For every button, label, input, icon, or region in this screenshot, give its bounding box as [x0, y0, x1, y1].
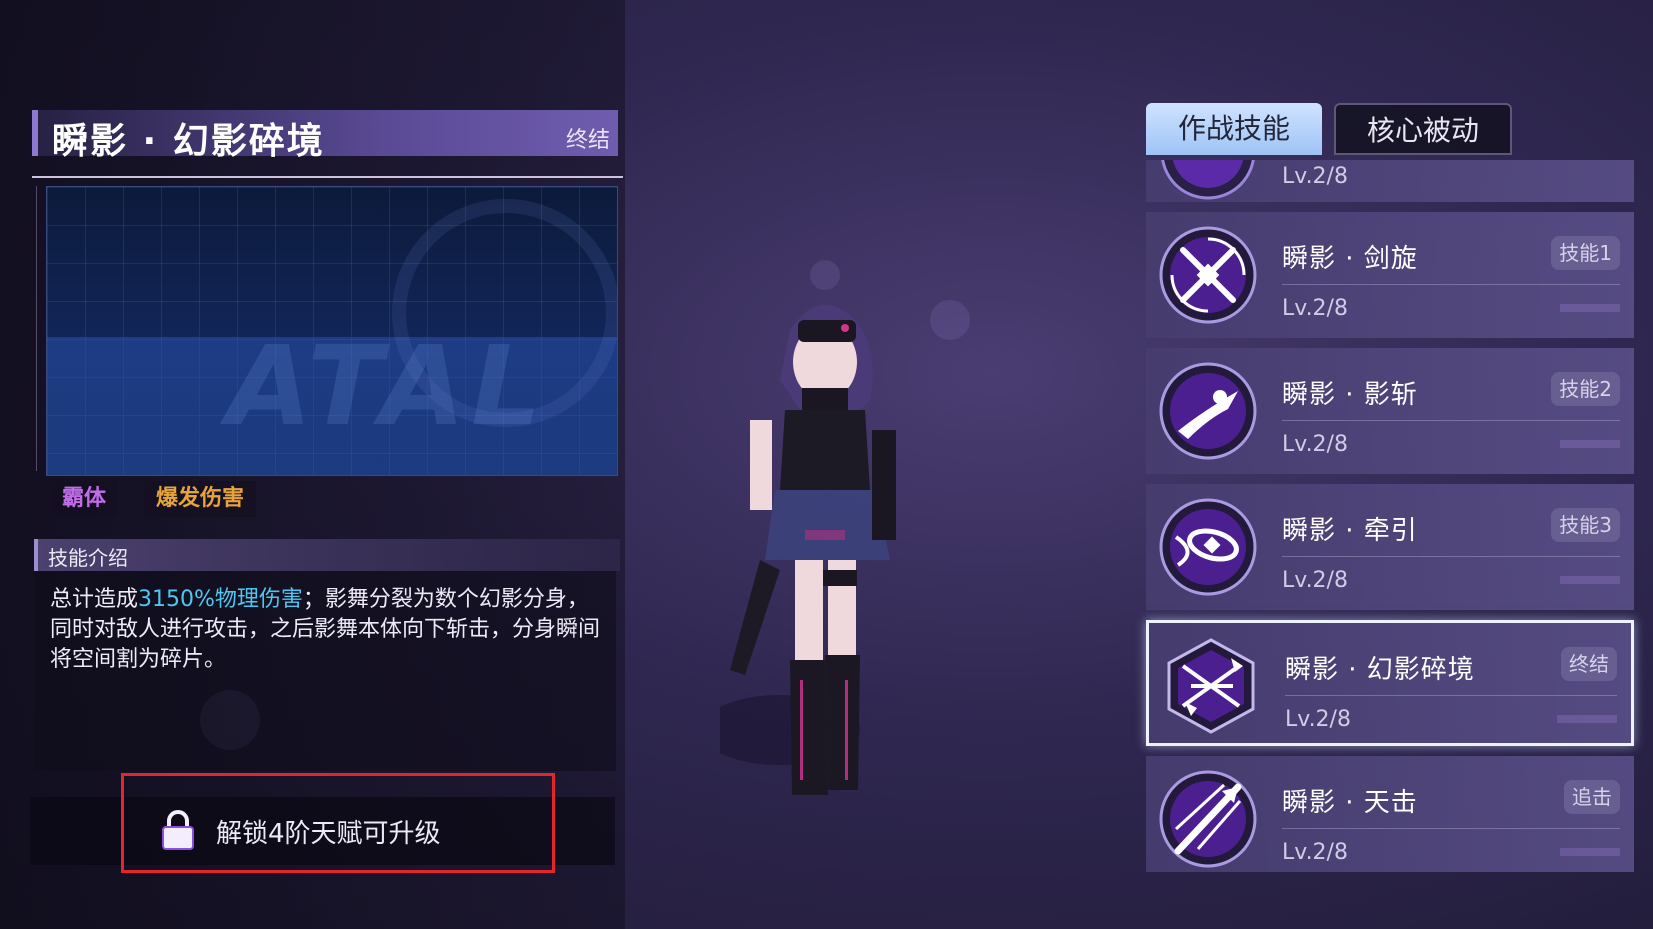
card-decoration [1560, 440, 1620, 448]
title-divider [32, 176, 623, 178]
skill-level: Lv.2/8 [1285, 707, 1351, 732]
card-decoration [1560, 304, 1620, 312]
sky-strike-icon [1159, 770, 1257, 868]
tab-combat-skills[interactable]: 作战技能 [1146, 103, 1322, 155]
skill-title: 瞬影 · 幻影碎境 [52, 121, 325, 162]
skill-card-partial[interactable]: Lv.2/8 [1146, 160, 1634, 202]
skill-icon-partial [1161, 160, 1255, 200]
skill-card[interactable]: 瞬影 · 剑旋 技能1 Lv.2/8 [1146, 212, 1634, 338]
intro-header-label: 技能介绍 [48, 546, 128, 570]
skill-tag-burst: 爆发伤害 [144, 481, 257, 517]
skill-name: 瞬影 · 幻影碎境 [1285, 655, 1475, 685]
skill-card[interactable]: 瞬影 · 影斩 技能2 Lv.2/8 [1146, 348, 1634, 474]
card-decoration [1560, 576, 1620, 584]
preview-side-line [36, 186, 37, 471]
card-decoration [1560, 848, 1620, 856]
card-divider [1282, 556, 1620, 557]
skill-name: 瞬影 · 影斩 [1282, 380, 1418, 410]
card-divider [1282, 828, 1620, 829]
description-damage-highlight: 3150%物理伤害 [138, 587, 303, 612]
skill-title-bar: 瞬影 · 幻影碎境 终结 [32, 110, 618, 162]
skill-card[interactable]: 瞬影 · 天击 追击 Lv.2/8 [1146, 756, 1634, 872]
skill-name: 瞬影 · 牵引 [1282, 516, 1418, 546]
intro-header: 技能介绍 [34, 539, 620, 571]
card-divider [1282, 420, 1620, 421]
card-divider [1282, 284, 1620, 285]
tab-core-passive[interactable]: 核心被动 [1334, 103, 1512, 155]
card-divider [1285, 695, 1617, 696]
skill-name: 瞬影 · 天击 [1282, 788, 1418, 818]
skill-badge: 终结 [1561, 647, 1617, 681]
sword-spin-icon [1159, 226, 1257, 324]
skill-level: Lv.2/8 [1282, 568, 1348, 593]
skill-badge: 技能1 [1551, 236, 1620, 270]
skill-level: Lv.2/8 [1282, 432, 1348, 457]
skill-badge: 追击 [1564, 780, 1620, 814]
lock-icon [162, 810, 194, 850]
skill-card[interactable]: 瞬影 · 牵引 技能3 Lv.2/8 [1146, 484, 1634, 610]
skill-name: 瞬影 · 剑旋 [1282, 244, 1418, 274]
skill-badge: 技能3 [1551, 508, 1620, 542]
phantom-shatter-icon [1167, 638, 1255, 734]
skill-preview-video[interactable]: ATAL [46, 186, 618, 476]
description-prefix: 总计造成 [50, 587, 139, 612]
skill-level: Lv.2/8 [1282, 296, 1348, 321]
skill-type-tag: 终结 [565, 128, 610, 153]
skill-level: Lv.2/8 [1282, 164, 1348, 189]
skill-tag-superarmor: 霸体 [50, 481, 119, 517]
shadow-slash-icon [1159, 362, 1257, 460]
skill-card-selected[interactable]: 瞬影 · 幻影碎境 终结 Lv.2/8 [1146, 620, 1634, 746]
intro-panel: 总计造成3150%物理伤害；影舞分裂为数个幻影分身，同时对敌人进行攻击，之后影舞… [34, 571, 616, 771]
character-model [720, 304, 896, 795]
preview-watermark: ATAL [227, 322, 548, 450]
skill-badge: 技能2 [1551, 372, 1620, 406]
skill-description: 总计造成3150%物理伤害；影舞分裂为数个幻影分身，同时对敌人进行攻击，之后影舞… [50, 585, 605, 675]
unlock-text: 解锁4阶天赋可升级 [216, 819, 441, 849]
pull-icon [1159, 498, 1257, 596]
card-decoration [1557, 715, 1617, 723]
skill-level: Lv.2/8 [1282, 840, 1348, 865]
bokeh-light [810, 260, 840, 290]
